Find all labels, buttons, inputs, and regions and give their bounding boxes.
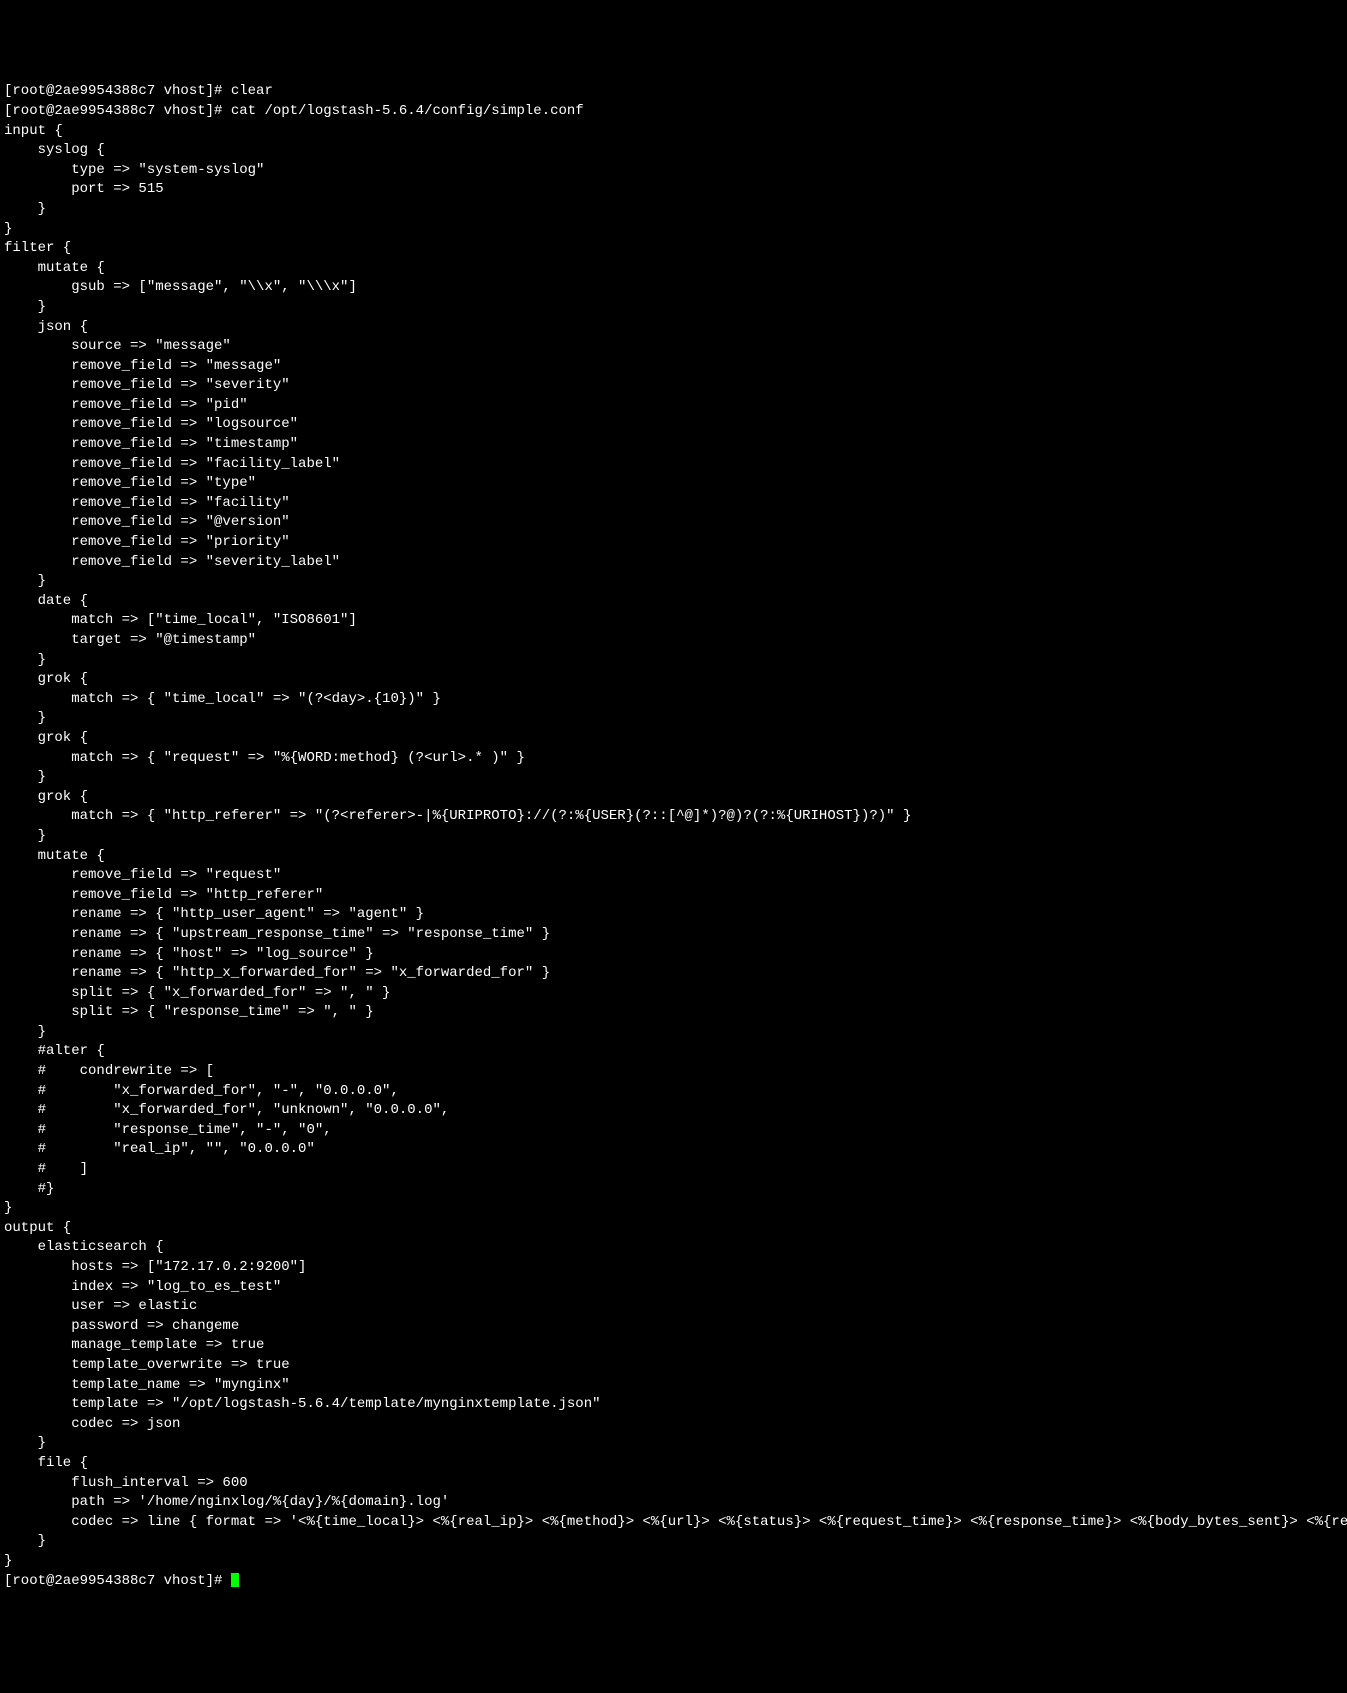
terminal-line: grok {: [4, 788, 1343, 808]
terminal-line: # "x_forwarded_for", "unknown", "0.0.0.0…: [4, 1101, 1343, 1121]
terminal-line: remove_field => "pid": [4, 396, 1343, 416]
terminal-line: type => "system-syslog": [4, 161, 1343, 181]
terminal-line: source => "message": [4, 337, 1343, 357]
terminal-line: remove_field => "severity_label": [4, 553, 1343, 573]
terminal-line: [root@2ae9954388c7 vhost]# cat /opt/logs…: [4, 102, 1343, 122]
terminal-line: remove_field => "facility_label": [4, 455, 1343, 475]
shell-prompt: [root@2ae9954388c7 vhost]#: [4, 1573, 231, 1589]
terminal-line: match => { "time_local" => "(?<day>.{10}…: [4, 690, 1343, 710]
terminal-line: remove_field => "http_referer": [4, 886, 1343, 906]
terminal-line: split => { "response_time" => ", " }: [4, 1003, 1343, 1023]
terminal-line: syslog {: [4, 141, 1343, 161]
terminal-line: remove_field => "message": [4, 357, 1343, 377]
terminal-line: }: [4, 1199, 1343, 1219]
terminal-line: # "response_time", "-", "0",: [4, 1121, 1343, 1141]
terminal-line: split => { "x_forwarded_for" => ", " }: [4, 984, 1343, 1004]
terminal-line: rename => { "http_user_agent" => "agent"…: [4, 905, 1343, 925]
terminal-line: # ]: [4, 1160, 1343, 1180]
terminal-line: rename => { "host" => "log_source" }: [4, 945, 1343, 965]
terminal-line: }: [4, 1552, 1343, 1572]
terminal-line: #alter {: [4, 1042, 1343, 1062]
terminal-line: hosts => ["172.17.0.2:9200"]: [4, 1258, 1343, 1278]
terminal-line: template_name => "mynginx": [4, 1376, 1343, 1396]
terminal-line: mutate {: [4, 847, 1343, 867]
terminal-line: password => changeme: [4, 1317, 1343, 1337]
terminal-line: }: [4, 1434, 1343, 1454]
terminal-line: remove_field => "timestamp": [4, 435, 1343, 455]
terminal-line: flush_interval => 600: [4, 1474, 1343, 1494]
terminal-line: port => 515: [4, 180, 1343, 200]
terminal-line: index => "log_to_es_test": [4, 1278, 1343, 1298]
terminal-line: }: [4, 768, 1343, 788]
terminal-window[interactable]: [root@2ae9954388c7 vhost]# clear[root@2a…: [4, 82, 1343, 1591]
terminal-line: }: [4, 1532, 1343, 1552]
terminal-line: remove_field => "@version": [4, 513, 1343, 533]
terminal-line: # "real_ip", "", "0.0.0.0": [4, 1140, 1343, 1160]
terminal-line: codec => line { format => '<%{time_local…: [4, 1513, 1343, 1533]
terminal-line: codec => json: [4, 1415, 1343, 1435]
terminal-line: file {: [4, 1454, 1343, 1474]
terminal-line: grok {: [4, 729, 1343, 749]
terminal-line: remove_field => "logsource": [4, 415, 1343, 435]
terminal-line: # "x_forwarded_for", "-", "0.0.0.0",: [4, 1082, 1343, 1102]
terminal-line: }: [4, 572, 1343, 592]
terminal-line: elasticsearch {: [4, 1238, 1343, 1258]
terminal-line: date {: [4, 592, 1343, 612]
terminal-line: }: [4, 200, 1343, 220]
terminal-line: remove_field => "request": [4, 866, 1343, 886]
terminal-line: [root@2ae9954388c7 vhost]# clear: [4, 82, 1343, 102]
terminal-line: }: [4, 827, 1343, 847]
terminal-line: remove_field => "severity": [4, 376, 1343, 396]
terminal-line: # condrewrite => [: [4, 1062, 1343, 1082]
terminal-line: user => elastic: [4, 1297, 1343, 1317]
terminal-line: remove_field => "type": [4, 474, 1343, 494]
terminal-line: grok {: [4, 670, 1343, 690]
terminal-line: rename => { "http_x_forwarded_for" => "x…: [4, 964, 1343, 984]
terminal-line: #}: [4, 1180, 1343, 1200]
terminal-line: remove_field => "priority": [4, 533, 1343, 553]
terminal-line: output {: [4, 1219, 1343, 1239]
terminal-line: target => "@timestamp": [4, 631, 1343, 651]
terminal-line: path => '/home/nginxlog/%{day}/%{domain}…: [4, 1493, 1343, 1513]
cursor: [231, 1573, 239, 1587]
terminal-line: filter {: [4, 239, 1343, 259]
terminal-line: template_overwrite => true: [4, 1356, 1343, 1376]
terminal-line: }: [4, 709, 1343, 729]
terminal-line: gsub => ["message", "\\x", "\\\x"]: [4, 278, 1343, 298]
terminal-line: remove_field => "facility": [4, 494, 1343, 514]
terminal-line: json {: [4, 318, 1343, 338]
terminal-line: input {: [4, 122, 1343, 142]
terminal-line: mutate {: [4, 259, 1343, 279]
terminal-line: manage_template => true: [4, 1336, 1343, 1356]
terminal-line: match => ["time_local", "ISO8601"]: [4, 611, 1343, 631]
terminal-line: rename => { "upstream_response_time" => …: [4, 925, 1343, 945]
terminal-output: [root@2ae9954388c7 vhost]# clear[root@2a…: [4, 82, 1343, 1571]
terminal-line: }: [4, 651, 1343, 671]
terminal-line: }: [4, 1023, 1343, 1043]
terminal-line: template => "/opt/logstash-5.6.4/templat…: [4, 1395, 1343, 1415]
terminal-line: }: [4, 298, 1343, 318]
terminal-line: match => { "http_referer" => "(?<referer…: [4, 807, 1343, 827]
terminal-line: }: [4, 220, 1343, 240]
terminal-line: match => { "request" => "%{WORD:method} …: [4, 749, 1343, 769]
